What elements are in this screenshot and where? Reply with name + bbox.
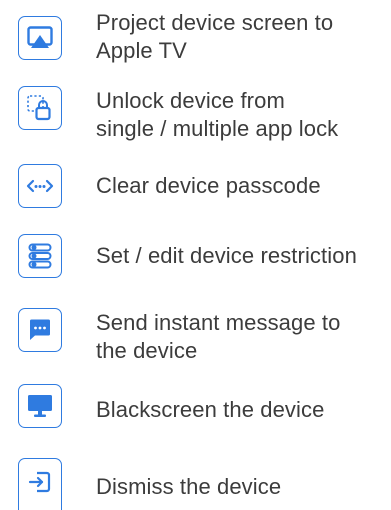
toggles-icon <box>28 243 52 269</box>
action-label: Project device screen to Apple TV <box>96 9 333 65</box>
action-label: Set / edit device restriction <box>96 242 357 270</box>
action-label: Clear device passcode <box>96 172 321 200</box>
action-label-line-1: Dismiss the device <box>96 474 282 499</box>
blackscreen-button[interactable] <box>18 384 62 428</box>
action-label: Send instant message to the device <box>96 309 340 365</box>
clear-passcode-button[interactable] <box>18 164 62 208</box>
action-label-line-1: Blackscreen the device <box>96 397 325 422</box>
code-dots-icon <box>26 179 54 193</box>
monitor-icon <box>28 395 52 417</box>
action-label-line-2: single / multiple app lock <box>96 116 339 141</box>
message-button[interactable] <box>18 308 62 352</box>
action-label: Dismiss the device <box>96 473 281 501</box>
action-label-line-1: Send instant message to <box>96 310 341 335</box>
action-label-line-1: Project device screen to <box>96 10 334 35</box>
dismiss-button[interactable] <box>18 458 62 510</box>
restriction-button[interactable] <box>18 234 62 278</box>
unlock-button[interactable] <box>18 86 62 130</box>
action-label-line-1: Unlock device from <box>96 88 285 113</box>
message-icon <box>30 319 50 340</box>
airplay-icon <box>27 26 53 48</box>
action-label-line-2: the device <box>96 338 198 363</box>
airplay-button[interactable] <box>18 16 62 60</box>
action-label: Blackscreen the device <box>96 396 324 424</box>
action-label-line-2: Apple TV <box>96 38 187 63</box>
action-label: Unlock device from single / multiple app… <box>96 87 338 143</box>
action-label-line-1: Set / edit device restriction <box>96 243 357 268</box>
exit-icon <box>28 471 51 492</box>
app-unlock-icon <box>27 95 51 121</box>
action-label-line-1: Clear device passcode <box>96 173 321 198</box>
